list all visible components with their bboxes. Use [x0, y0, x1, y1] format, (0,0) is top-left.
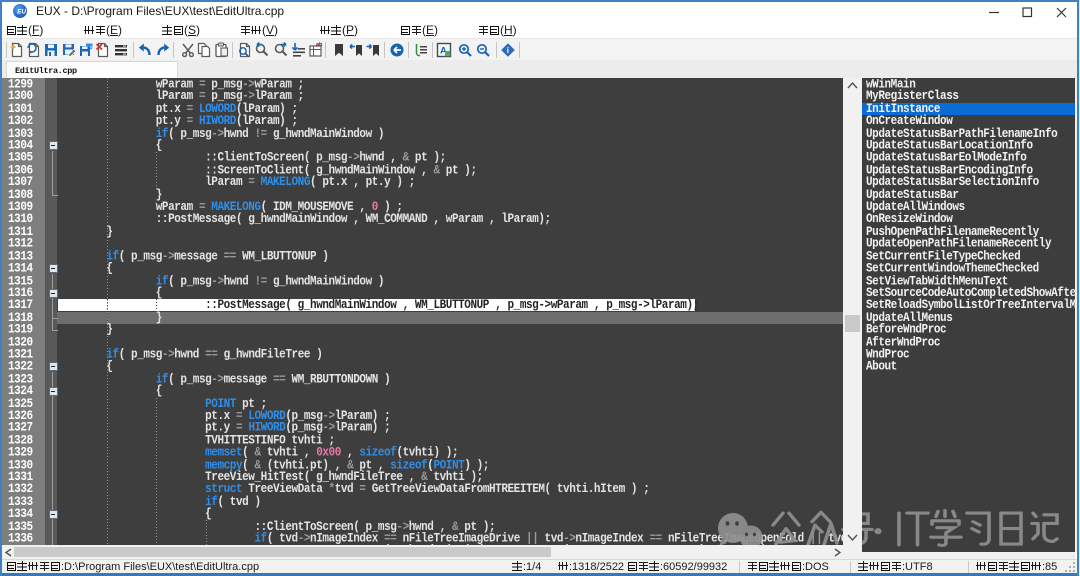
svg-text:i: i	[507, 46, 509, 55]
